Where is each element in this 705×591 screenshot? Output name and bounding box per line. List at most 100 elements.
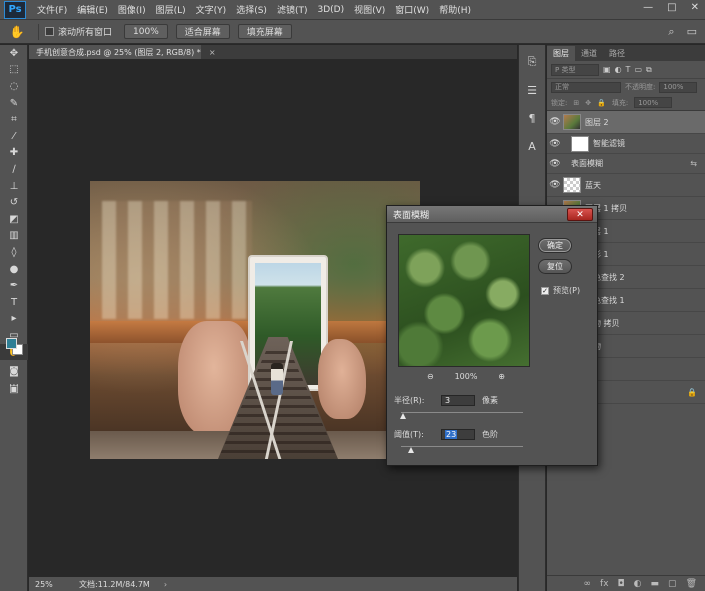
crop-tool-icon[interactable]: ⌗ bbox=[0, 111, 28, 128]
menu-help[interactable]: 帮助(H) bbox=[434, 3, 476, 16]
close-icon[interactable]: × bbox=[209, 48, 216, 57]
eye-icon[interactable]: 👁 bbox=[547, 180, 563, 190]
chevron-right-icon[interactable]: › bbox=[164, 580, 167, 589]
dialog-close-button[interactable]: ✕ bbox=[567, 208, 593, 221]
eye-icon[interactable]: 👁 bbox=[547, 117, 563, 127]
brush-tool-icon[interactable]: ∕ bbox=[0, 161, 28, 178]
maximize-button[interactable]: □ bbox=[667, 2, 676, 13]
link-icon[interactable]: ∞ bbox=[584, 579, 592, 589]
layer-thumbnail[interactable] bbox=[563, 177, 581, 193]
zoom-100-button[interactable]: 100% bbox=[124, 24, 168, 39]
filter-options-icon[interactable]: ⇆ bbox=[690, 159, 697, 168]
fill-screen-button[interactable]: 填充屏幕 bbox=[237, 24, 292, 39]
pen-tool-icon[interactable]: ✒ bbox=[0, 277, 28, 294]
blend-mode-select[interactable]: 正常 bbox=[551, 81, 621, 93]
threshold-slider[interactable] bbox=[401, 446, 523, 453]
radius-slider[interactable] bbox=[400, 412, 523, 419]
mask-icon[interactable]: ◘ bbox=[618, 579, 625, 589]
threshold-input[interactable]: 23 bbox=[441, 429, 475, 440]
radius-slider-thumb[interactable] bbox=[400, 413, 407, 419]
menu-image[interactable]: 图像(I) bbox=[113, 3, 151, 16]
lasso-tool-icon[interactable]: ◌ bbox=[0, 78, 28, 95]
filter-shape-icon[interactable]: ▭ bbox=[634, 65, 642, 74]
menu-filter[interactable]: 滤镜(T) bbox=[272, 3, 313, 16]
filter-pixel-icon[interactable]: ▣ bbox=[603, 65, 611, 74]
document-canvas-image[interactable] bbox=[90, 181, 420, 459]
fit-screen-button[interactable]: 适合屏幕 bbox=[175, 24, 230, 39]
paragraph-panel-icon[interactable]: ¶ bbox=[519, 107, 545, 129]
hand-tool-icon[interactable]: ✋ bbox=[8, 25, 26, 39]
status-zoom[interactable]: 25% bbox=[29, 580, 69, 589]
document-tab[interactable]: 手机创意合成.psd @ 25% (图层 2, RGB/8) * × bbox=[29, 45, 216, 59]
tab-layers[interactable]: 图层 bbox=[547, 46, 575, 61]
filter-preview[interactable] bbox=[398, 234, 530, 367]
lock-all-icon[interactable]: 🔒 bbox=[597, 99, 606, 107]
close-window-button[interactable]: ✕ bbox=[691, 2, 699, 13]
history-panel-icon[interactable]: ⎘ bbox=[519, 51, 545, 73]
foreground-color-swatch[interactable] bbox=[6, 338, 17, 349]
layer-kind-filter[interactable]: P 类型 bbox=[551, 63, 599, 76]
properties-panel-icon[interactable]: ☰ bbox=[519, 79, 545, 101]
lock-position-icon[interactable]: ✥ bbox=[585, 99, 591, 107]
filter-adjust-icon[interactable]: ◐ bbox=[615, 65, 622, 74]
threshold-slider-thumb[interactable] bbox=[407, 447, 414, 453]
layer-thumbnail[interactable] bbox=[563, 114, 581, 130]
menu-select[interactable]: 选择(S) bbox=[231, 3, 272, 16]
search-icon[interactable]: ⌕ bbox=[668, 25, 674, 39]
dialog-title[interactable]: 表面模糊 bbox=[387, 206, 597, 223]
folder-icon[interactable]: ▬ bbox=[651, 579, 660, 589]
eye-icon[interactable]: 👁 bbox=[547, 159, 563, 169]
radius-input[interactable]: 3 bbox=[441, 395, 475, 406]
move-tool-icon[interactable]: ✥ bbox=[0, 45, 28, 62]
opacity-input[interactable]: 100% bbox=[659, 81, 698, 93]
gradient-tool-icon[interactable]: ▥ bbox=[0, 228, 28, 245]
fx-icon[interactable]: fx bbox=[600, 579, 609, 589]
trash-icon[interactable]: 🗑 bbox=[686, 579, 697, 589]
lock-icon[interactable]: 🔒 bbox=[687, 388, 697, 397]
eraser-tool-icon[interactable]: ◩ bbox=[0, 211, 28, 228]
type-tool-icon[interactable]: T bbox=[0, 294, 28, 311]
scroll-all-windows-checkbox[interactable] bbox=[45, 27, 54, 36]
ok-button[interactable]: 确定 bbox=[538, 238, 572, 253]
quick-select-tool-icon[interactable]: ✎ bbox=[0, 95, 28, 112]
filter-smart-icon[interactable]: ⧉ bbox=[646, 65, 652, 75]
menu-view[interactable]: 视图(V) bbox=[349, 3, 390, 16]
menu-type[interactable]: 文字(Y) bbox=[191, 3, 232, 16]
fill-input[interactable]: 100% bbox=[634, 97, 673, 108]
healing-tool-icon[interactable]: ✚ bbox=[0, 145, 28, 162]
layer-row[interactable]: 👁 智能滤镜 bbox=[547, 134, 705, 154]
blur-tool-icon[interactable]: ◊ bbox=[0, 244, 28, 261]
layer-thumbnail[interactable] bbox=[571, 135, 589, 152]
new-layer-icon[interactable]: ▢ bbox=[668, 579, 677, 589]
zoom-in-icon[interactable]: ⊕ bbox=[498, 372, 505, 381]
history-brush-tool-icon[interactable]: ↺ bbox=[0, 194, 28, 211]
tab-channels[interactable]: 通道 bbox=[575, 46, 603, 61]
marquee-tool-icon[interactable]: ⬚ bbox=[0, 62, 28, 79]
menu-3d[interactable]: 3D(D) bbox=[312, 5, 349, 15]
lock-pixels-icon[interactable]: ⊞ bbox=[573, 99, 579, 107]
status-bar: 25% 文档:11.2M/84.7M › bbox=[29, 577, 517, 591]
preview-checkbox[interactable]: ✓ bbox=[541, 286, 549, 295]
minimize-button[interactable]: — bbox=[643, 2, 653, 13]
reset-button[interactable]: 复位 bbox=[538, 259, 572, 274]
tab-paths[interactable]: 路径 bbox=[603, 46, 631, 61]
menu-file[interactable]: 文件(F) bbox=[32, 3, 72, 16]
workspace-icon[interactable]: ▭ bbox=[687, 25, 697, 39]
layer-row[interactable]: 👁 图层 2 bbox=[547, 111, 705, 134]
layer-row[interactable]: 👁 表面模糊 ⇆ bbox=[547, 154, 705, 174]
dodge-tool-icon[interactable]: ● bbox=[0, 261, 28, 278]
path-select-tool-icon[interactable]: ▸ bbox=[0, 311, 28, 328]
adjustment-icon[interactable]: ◐ bbox=[634, 579, 642, 589]
zoom-out-icon[interactable]: ⊖ bbox=[427, 372, 434, 381]
menu-window[interactable]: 窗口(W) bbox=[390, 3, 434, 16]
quick-mask-icon[interactable]: ◙ bbox=[0, 363, 28, 380]
menu-layer[interactable]: 图层(L) bbox=[151, 3, 191, 16]
eyedropper-tool-icon[interactable]: ⁄ bbox=[0, 128, 28, 145]
layer-row[interactable]: 👁 蓝天 bbox=[547, 174, 705, 197]
eye-icon[interactable]: 👁 bbox=[547, 139, 563, 149]
menu-edit[interactable]: 编辑(E) bbox=[72, 3, 113, 16]
stamp-tool-icon[interactable]: ⊥ bbox=[0, 178, 28, 195]
screen-mode-icon[interactable]: ▣ bbox=[0, 381, 28, 398]
filter-type-icon[interactable]: T bbox=[626, 65, 631, 74]
character-panel-icon[interactable]: A bbox=[519, 135, 545, 157]
